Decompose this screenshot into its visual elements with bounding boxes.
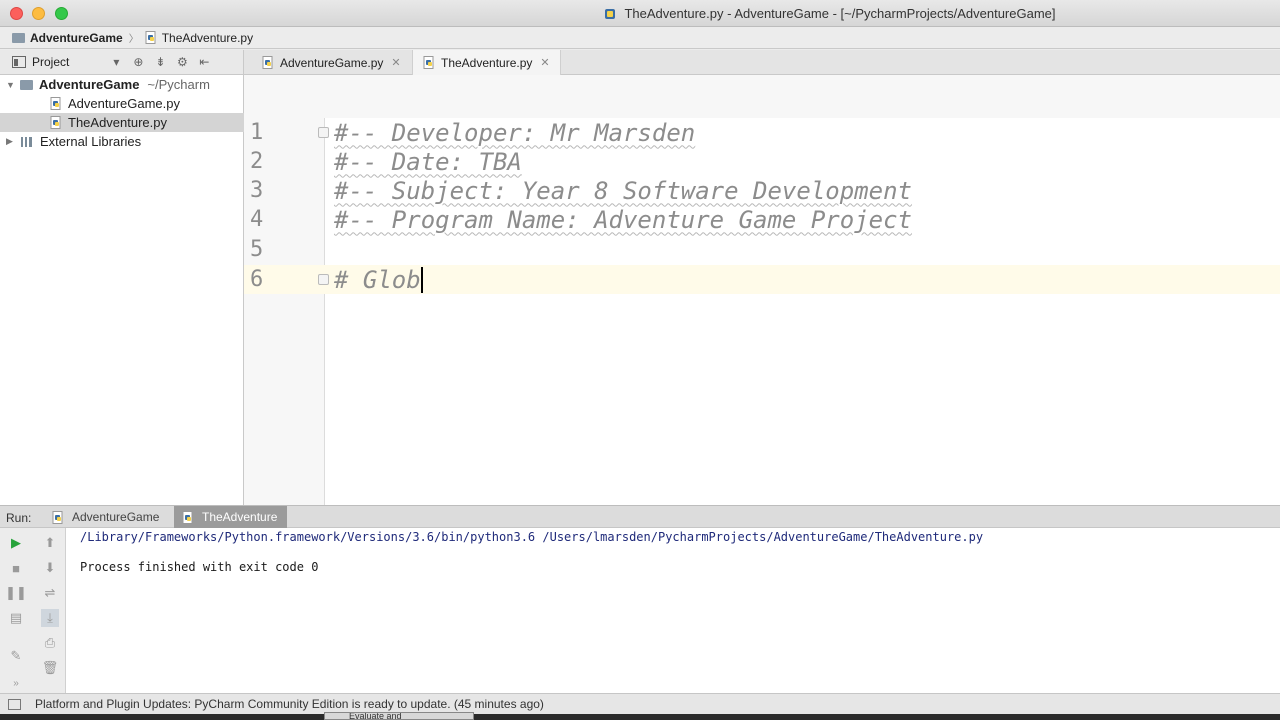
python-file-icon	[423, 56, 434, 69]
expand-arrow-icon[interactable]: ▶	[6, 136, 16, 147]
breadcrumb-file[interactable]: TheAdventure.py	[145, 31, 253, 45]
line-number: 3	[250, 178, 264, 203]
python-file-icon	[605, 8, 616, 19]
tree-item-root[interactable]: ▼ AdventureGame ~/Pycharm	[0, 75, 244, 94]
background-window-peek: Evaluate and	[324, 712, 474, 720]
code-line[interactable]: #-- Subject: Year 8 Software Development	[334, 176, 912, 205]
restore-layout-icon[interactable]: ▤	[7, 609, 25, 627]
library-icon	[21, 136, 32, 147]
run-tab-adventuregame[interactable]: AdventureGame	[44, 506, 169, 528]
trash-icon[interactable]: 🗑	[41, 659, 59, 677]
background-window-strip: Evaluate and	[0, 712, 1280, 720]
locate-icon[interactable]: ⊕	[131, 55, 145, 69]
console-exit-message: Process finished with exit code 0	[80, 560, 319, 574]
close-tab-icon[interactable]: ✕	[391, 56, 400, 69]
tree-item-file-selected[interactable]: TheAdventure.py	[0, 113, 244, 132]
python-file-icon	[50, 116, 61, 129]
folder-icon	[20, 79, 33, 90]
console-command-line: /Library/Frameworks/Python.framework/Ver…	[80, 530, 984, 544]
chevron-right-icon: 〉	[128, 34, 139, 45]
line-number: 5	[250, 237, 264, 262]
python-file-icon	[182, 511, 193, 524]
run-panel-header: Run: AdventureGame TheAdventure	[0, 505, 1280, 528]
breadcrumb: AdventureGame 〉 TheAdventure.py	[0, 27, 1280, 49]
chevron-down-icon[interactable]: ▾	[109, 55, 123, 69]
project-toolbar: Project ▾ ⊕ ⇟ ⚙ ⇤	[0, 50, 244, 75]
run-toolbar: ▶ ⬆ ■ ⬇ ❚❚ ⇌ ▤ ⤓ ✎ ⎙ 🗑 »	[0, 528, 66, 693]
scroll-to-end-icon[interactable]: ⤓	[41, 609, 59, 627]
more-icon[interactable]: »	[7, 674, 25, 692]
gear-icon[interactable]: ⚙	[175, 55, 189, 69]
code-line-current[interactable]: # Glob	[334, 265, 423, 294]
line-number: 6	[250, 267, 264, 292]
breadcrumb-project[interactable]: AdventureGame	[12, 31, 123, 45]
status-bar: Platform and Plugin Updates: PyCharm Com…	[0, 693, 1280, 714]
expand-arrow-icon[interactable]: ▼	[6, 80, 16, 90]
python-file-icon	[262, 56, 273, 69]
stop-icon[interactable]: ■	[7, 559, 25, 577]
pin-icon[interactable]: ✎	[7, 647, 25, 665]
fold-marker-icon[interactable]	[318, 274, 329, 285]
status-message[interactable]: Platform and Plugin Updates: PyCharm Com…	[35, 697, 544, 711]
tab-adventuregame-py[interactable]: AdventureGame.py ✕	[252, 50, 411, 75]
print-icon[interactable]: ⎙	[41, 634, 59, 652]
hide-panel-icon[interactable]: ⇤	[197, 55, 211, 69]
pycharm-window: TheAdventure.py - AdventureGame - [~/Pyc…	[0, 0, 1280, 720]
project-view-icon	[12, 56, 26, 68]
project-view-selector[interactable]: Project	[32, 55, 69, 69]
tree-item-file[interactable]: AdventureGame.py	[0, 94, 244, 113]
editor-tab-bar: AdventureGame.py ✕ TheAdventure.py ✕	[244, 50, 1280, 75]
run-label: Run:	[6, 511, 32, 525]
folder-icon	[12, 32, 25, 43]
python-file-icon	[52, 511, 63, 524]
scroll-down-icon[interactable]: ⬇	[41, 559, 59, 577]
code-line[interactable]: #-- Developer: Mr Marsden	[334, 118, 695, 147]
title-bar: TheAdventure.py - AdventureGame - [~/Pyc…	[0, 0, 1280, 27]
window-title: TheAdventure.py - AdventureGame - [~/Pyc…	[624, 6, 1056, 21]
tree-item-external-libraries[interactable]: ▶ External Libraries	[0, 132, 244, 151]
editor-header-space	[244, 75, 1280, 118]
line-number: 4	[250, 207, 264, 232]
code-line[interactable]: #-- Date: TBA	[334, 147, 522, 176]
run-tab-theadventure[interactable]: TheAdventure	[174, 506, 288, 528]
soft-wrap-icon[interactable]: ⇌	[41, 584, 59, 602]
fold-marker-icon[interactable]	[318, 127, 329, 138]
code-line[interactable]: #-- Program Name: Adventure Game Project	[334, 205, 912, 234]
line-number: 2	[250, 149, 264, 174]
tool-windows-icon[interactable]	[8, 698, 21, 710]
line-number: 1	[250, 120, 264, 145]
pause-icon[interactable]: ❚❚	[5, 584, 27, 602]
rerun-icon[interactable]: ▶	[7, 534, 25, 552]
scroll-up-icon[interactable]: ⬆	[41, 534, 59, 552]
tab-theadventure-py[interactable]: TheAdventure.py ✕	[412, 50, 561, 75]
close-tab-icon[interactable]: ✕	[540, 56, 549, 69]
text-caret	[420, 266, 423, 293]
run-console[interactable]: /Library/Frameworks/Python.framework/Ver…	[66, 528, 1280, 693]
python-file-icon	[50, 97, 61, 110]
python-file-icon	[145, 31, 156, 44]
project-tree: ▼ AdventureGame ~/Pycharm AdventureGame.…	[0, 75, 244, 505]
collapse-all-icon[interactable]: ⇟	[153, 55, 167, 69]
